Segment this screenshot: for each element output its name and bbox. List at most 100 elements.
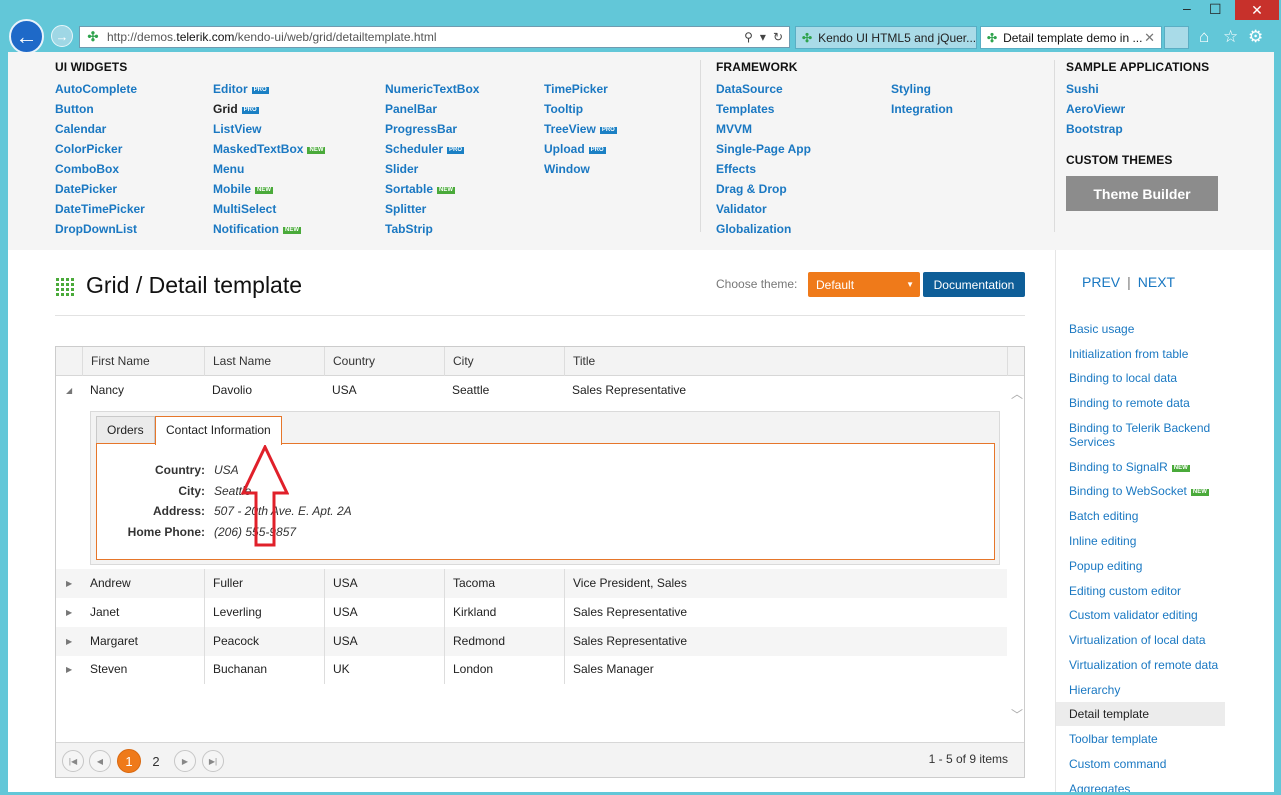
expand-arrow-icon[interactable]: ▶ bbox=[66, 655, 72, 684]
menu-item-multiselect[interactable]: MultiSelect bbox=[213, 199, 325, 219]
menu-item-splitter[interactable]: Splitter bbox=[385, 199, 479, 219]
expand-arrow-icon[interactable]: ▶ bbox=[66, 598, 72, 627]
sidebar-item-editing-custom-editor[interactable]: Editing custom editor bbox=[1069, 584, 1233, 598]
menu-item-editor[interactable]: Editor PRO bbox=[213, 79, 325, 99]
column-header-first-name[interactable]: First Name bbox=[82, 347, 204, 376]
sidebar-item-binding-to-signalr[interactable]: Binding to SignalR NEW bbox=[1069, 460, 1233, 474]
menu-item-sushi[interactable]: Sushi bbox=[1066, 79, 1125, 99]
scroll-down-chevron-icon[interactable]: ﹀ bbox=[1011, 706, 1023, 723]
menu-item-datetimepicker[interactable]: DateTimePicker bbox=[55, 199, 145, 219]
scroll-up-chevron-icon[interactable]: ︿ bbox=[1011, 385, 1023, 402]
menu-item-colorpicker[interactable]: ColorPicker bbox=[55, 139, 145, 159]
forward-arrow-icon[interactable]: → bbox=[51, 25, 73, 47]
sidebar-item-custom-command[interactable]: Custom command bbox=[1069, 757, 1233, 771]
menu-item-menu[interactable]: Menu bbox=[213, 159, 325, 179]
settings-gear-icon[interactable]: ⚙ bbox=[1248, 27, 1263, 47]
window-close-icon[interactable]: ✕ bbox=[1235, 0, 1279, 20]
menu-item-progressbar[interactable]: ProgressBar bbox=[385, 119, 479, 139]
sidebar-item-inline-editing[interactable]: Inline editing bbox=[1069, 534, 1233, 548]
first-page-icon[interactable]: |◀ bbox=[62, 750, 84, 772]
menu-item-listview[interactable]: ListView bbox=[213, 119, 325, 139]
menu-item-numerictextbox[interactable]: NumericTextBox bbox=[385, 79, 479, 99]
column-header-city[interactable]: City bbox=[444, 347, 564, 376]
theme-builder-button[interactable]: Theme Builder bbox=[1066, 176, 1218, 211]
sidebar-item-batch-editing[interactable]: Batch editing bbox=[1069, 509, 1233, 523]
tab-contact-information[interactable]: Contact Information bbox=[155, 416, 282, 445]
sidebar-item-binding-to-websocket[interactable]: Binding to WebSocket NEW bbox=[1069, 484, 1233, 498]
menu-item-maskedtextbox[interactable]: MaskedTextBox NEW bbox=[213, 139, 326, 159]
menu-item-grid[interactable]: Grid PRO bbox=[213, 99, 325, 119]
last-page-icon[interactable]: ▶| bbox=[202, 750, 224, 772]
browser-tab-1[interactable]: ✣ Kendo UI HTML5 and jQuer... bbox=[795, 26, 977, 49]
menu-item-tooltip[interactable]: Tooltip bbox=[544, 99, 617, 119]
expand-arrow-icon[interactable]: ▶ bbox=[66, 627, 72, 656]
sidebar-item-virtualization-of-local-data[interactable]: Virtualization of local data bbox=[1069, 633, 1233, 647]
menu-item-styling[interactable]: Styling bbox=[891, 79, 953, 99]
menu-item-slider[interactable]: Slider bbox=[385, 159, 479, 179]
page-2-button[interactable]: 2 bbox=[144, 749, 168, 773]
menu-item-mobile[interactable]: Mobile NEW bbox=[213, 179, 325, 199]
sidebar-item-initialization-from-table[interactable]: Initialization from table bbox=[1069, 347, 1233, 361]
sidebar-item-virtualization-of-remote-data[interactable]: Virtualization of remote data bbox=[1069, 658, 1233, 672]
menu-item-scheduler[interactable]: Scheduler PRO bbox=[385, 139, 479, 159]
expand-arrow-icon[interactable]: ▶ bbox=[66, 569, 72, 598]
menu-item-bootstrap[interactable]: Bootstrap bbox=[1066, 119, 1125, 139]
previous-page-icon[interactable]: ◀ bbox=[89, 750, 111, 772]
menu-item-templates[interactable]: Templates bbox=[716, 99, 811, 119]
sidebar-item-toolbar-template[interactable]: Toolbar template bbox=[1069, 732, 1233, 746]
menu-item-calendar[interactable]: Calendar bbox=[55, 119, 145, 139]
close-tab-icon[interactable]: ✕ bbox=[1144, 30, 1155, 46]
menu-item-drag-drop[interactable]: Drag & Drop bbox=[716, 179, 811, 199]
sidebar-item-binding-to-telerik-backend-services[interactable]: Binding to Telerik Backend Services bbox=[1069, 421, 1233, 449]
home-icon[interactable]: ⌂ bbox=[1199, 27, 1209, 47]
menu-item-aeroviewr[interactable]: AeroViewr bbox=[1066, 99, 1125, 119]
sidebar-item-hierarchy[interactable]: Hierarchy bbox=[1069, 683, 1233, 697]
search-icon[interactable]: ⚲ bbox=[744, 30, 753, 44]
menu-item-upload[interactable]: Upload PRO bbox=[544, 139, 617, 159]
menu-item-timepicker[interactable]: TimePicker bbox=[544, 79, 617, 99]
address-bar[interactable]: ✣ http://demos.telerik.com/kendo-ui/web/… bbox=[79, 26, 790, 48]
sidebar-item-popup-editing[interactable]: Popup editing bbox=[1069, 559, 1233, 573]
column-header-last-name[interactable]: Last Name bbox=[204, 347, 324, 376]
minimize-icon[interactable]: – bbox=[1183, 0, 1191, 16]
menu-item-combobox[interactable]: ComboBox bbox=[55, 159, 145, 179]
menu-item-window[interactable]: Window bbox=[544, 159, 617, 179]
sidebar-item-custom-validator-editing[interactable]: Custom validator editing bbox=[1069, 608, 1233, 622]
menu-item-panelbar[interactable]: PanelBar bbox=[385, 99, 479, 119]
menu-item-treeview[interactable]: TreeView PRO bbox=[544, 119, 617, 139]
menu-item-dropdownlist[interactable]: DropDownList bbox=[55, 219, 145, 239]
collapse-arrow-icon[interactable]: ◢ bbox=[66, 376, 72, 405]
menu-item-tabstrip[interactable]: TabStrip bbox=[385, 219, 479, 239]
next-page-icon[interactable]: ▶ bbox=[174, 750, 196, 772]
menu-item-notification[interactable]: Notification NEW bbox=[213, 219, 325, 239]
menu-item-single-page-app[interactable]: Single-Page App bbox=[716, 139, 811, 159]
tab-orders[interactable]: Orders bbox=[96, 416, 155, 444]
menu-item-effects[interactable]: Effects bbox=[716, 159, 811, 179]
prev-link[interactable]: PREV bbox=[1082, 274, 1120, 290]
favorites-star-icon[interactable]: ☆ bbox=[1223, 27, 1238, 47]
sidebar-item-aggregates[interactable]: Aggregates bbox=[1069, 782, 1233, 792]
refresh-icon[interactable]: ↻ bbox=[773, 30, 783, 44]
menu-item-validator[interactable]: Validator bbox=[716, 199, 811, 219]
sidebar-item-binding-to-local-data[interactable]: Binding to local data bbox=[1069, 371, 1233, 385]
dropdown-arrow-icon[interactable]: ▾ bbox=[760, 30, 766, 44]
menu-item-mvvm[interactable]: MVVM bbox=[716, 119, 811, 139]
sidebar-item-basic-usage[interactable]: Basic usage bbox=[1069, 322, 1233, 336]
new-tab-button[interactable] bbox=[1164, 26, 1189, 49]
maximize-icon[interactable]: ☐ bbox=[1209, 1, 1222, 18]
menu-item-integration[interactable]: Integration bbox=[891, 99, 953, 119]
menu-item-autocomplete[interactable]: AutoComplete bbox=[55, 79, 145, 99]
theme-dropdown[interactable]: Default ▼ bbox=[808, 272, 920, 297]
browser-tab-2[interactable]: ✣ Detail template demo in ... ✕ bbox=[980, 26, 1162, 49]
next-link[interactable]: NEXT bbox=[1138, 274, 1175, 290]
menu-item-sortable[interactable]: Sortable NEW bbox=[385, 179, 479, 199]
column-header-country[interactable]: Country bbox=[324, 347, 444, 376]
menu-item-datepicker[interactable]: DatePicker bbox=[55, 179, 145, 199]
back-arrow-icon[interactable]: ← bbox=[9, 19, 44, 54]
documentation-button[interactable]: Documentation bbox=[923, 272, 1025, 297]
sidebar-item-detail-template[interactable]: Detail template bbox=[1056, 702, 1225, 726]
page-1-button[interactable]: 1 bbox=[117, 749, 141, 773]
menu-item-globalization[interactable]: Globalization bbox=[716, 219, 811, 239]
column-header-title[interactable]: Title bbox=[564, 347, 1007, 376]
sidebar-item-binding-to-remote-data[interactable]: Binding to remote data bbox=[1069, 396, 1233, 410]
